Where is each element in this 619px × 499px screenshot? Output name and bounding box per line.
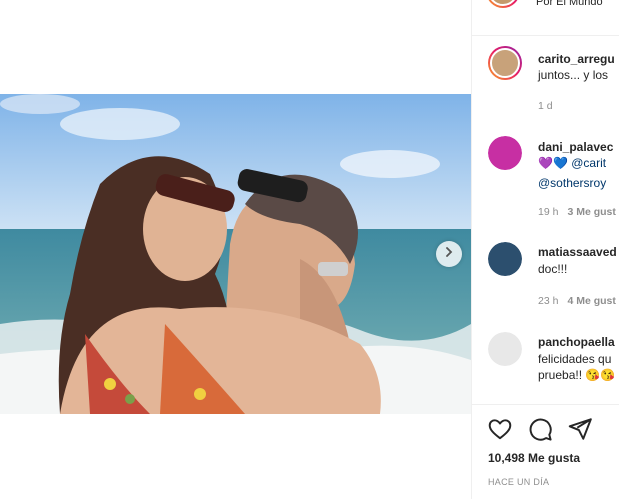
chevron-right-icon xyxy=(443,245,455,263)
actions-divider xyxy=(472,404,619,405)
post-header: Por El Mundo xyxy=(472,0,619,36)
mention-link[interactable]: @carit xyxy=(571,156,606,170)
comment-like-count[interactable]: 4 Me gust xyxy=(567,295,615,307)
comment-username[interactable]: dani_palavec xyxy=(538,140,613,154)
comment-time[interactable]: 23 h xyxy=(538,295,558,307)
next-photo-button[interactable] xyxy=(436,241,462,267)
share-button[interactable] xyxy=(567,416,593,442)
comment-text-line: 💜💙 @carit xyxy=(538,154,606,172)
post-media-area xyxy=(0,0,471,499)
author-avatar-top[interactable] xyxy=(486,0,522,8)
comment-like-count[interactable]: 3 Me gust xyxy=(567,206,615,218)
post-photo[interactable] xyxy=(0,94,471,414)
paper-plane-icon xyxy=(567,418,593,446)
post-location[interactable]: Por El Mundo xyxy=(536,0,603,8)
likes-count[interactable]: 10,498 Me gusta xyxy=(488,451,580,465)
comment-bubble-icon xyxy=(527,418,553,446)
instagram-post-page: Por El Mundo carito_arregu juntos... y l… xyxy=(0,0,619,499)
like-button[interactable] xyxy=(487,416,513,442)
caption-text: juntos... y los xyxy=(538,68,609,82)
comment-button[interactable] xyxy=(527,416,553,442)
avatar[interactable] xyxy=(488,242,522,276)
avatar[interactable] xyxy=(488,332,522,366)
comment-meta: 23 h 4 Me gust xyxy=(538,295,616,307)
comment-username[interactable]: panchopaella xyxy=(538,335,615,349)
comment-time[interactable]: 19 h xyxy=(538,206,558,218)
heart-icon xyxy=(487,419,513,446)
heart-emoji: 💜💙 xyxy=(538,156,568,170)
comment-text: prueba!! 😘😘 xyxy=(538,368,616,382)
comment-username[interactable]: matiassaaved xyxy=(538,245,617,259)
caption-time[interactable]: 1 d xyxy=(538,100,553,112)
post-side-panel: Por El Mundo carito_arregu juntos... y l… xyxy=(472,0,619,499)
comment-meta: 19 h 3 Me gust xyxy=(538,206,616,218)
avatar[interactable] xyxy=(488,46,522,80)
post-time-ago[interactable]: HACE UN DÍA xyxy=(488,477,549,487)
avatar[interactable] xyxy=(488,136,522,170)
comment-text: doc!!! xyxy=(538,262,568,276)
caption-username[interactable]: carito_arregu xyxy=(538,52,615,66)
mention-link[interactable]: @sothersroy xyxy=(538,174,606,192)
